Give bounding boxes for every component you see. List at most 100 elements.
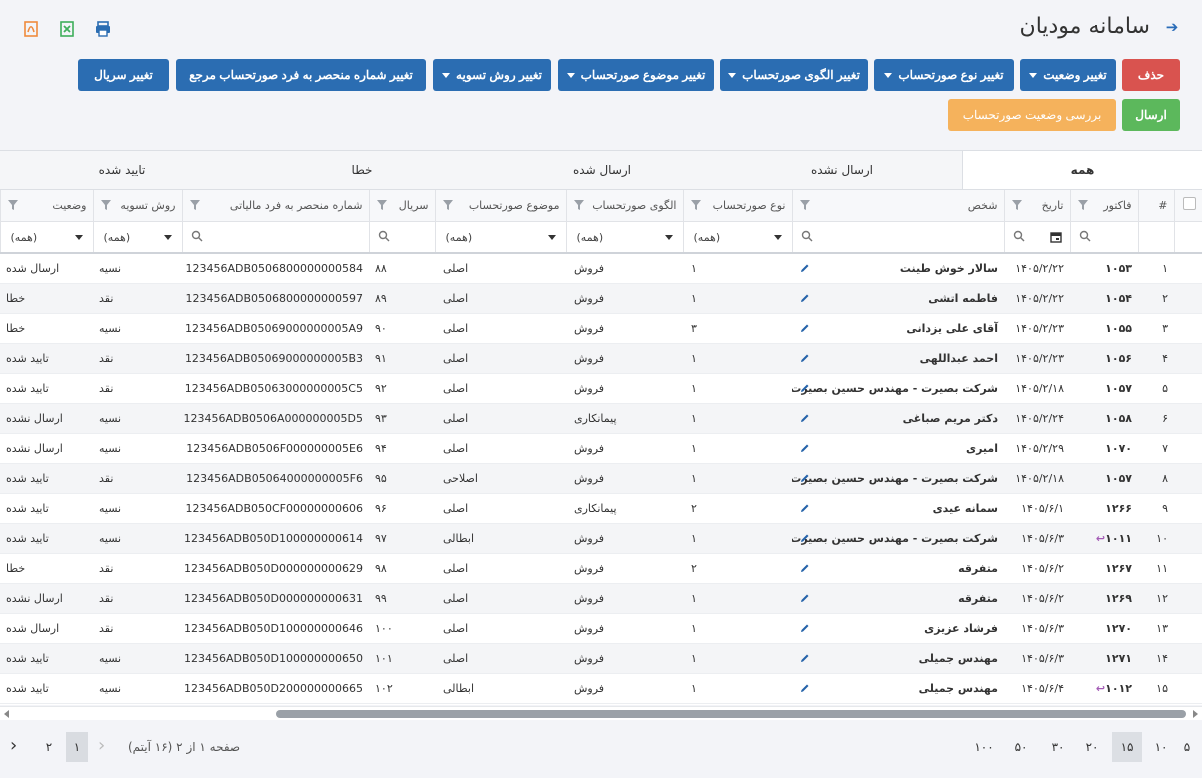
delete-button[interactable]: حذف [1122, 59, 1180, 91]
scroll-left-icon[interactable] [4, 710, 9, 718]
invoice-filter-input[interactable] [1069, 221, 1138, 254]
table-row[interactable]: ۱۳ ۱۲۷۰ ۱۴۰۵/۶/۳ فرشاد عزیزی ۱فروشاصلی۱۰۰#12… [0, 613, 1202, 644]
edit-pen-icon[interactable] [800, 593, 810, 603]
col-header-status[interactable]: وضعیت [0, 190, 93, 222]
col-header-settlement[interactable]: روش تسویه [92, 190, 182, 222]
change-status-button[interactable]: تغییر وضعیت [1020, 59, 1116, 91]
person-link[interactable]: شرکت بصیرت - مهندس حسین بصیرت [792, 463, 1004, 494]
col-header-type[interactable]: نوع صورتحساب [682, 190, 792, 222]
tab-all[interactable]: همه [962, 151, 1202, 189]
table-row[interactable]: ۱۱ ۱۲۶۷ ۱۴۰۵/۶/۲ متفرقه ۲فروشاصلی۹۸#123456AD… [0, 553, 1202, 584]
table-row[interactable]: ۴ ۱۰۵۶ ۱۴۰۵/۲/۲۳ احمد عبداللهی ۱فروشاصلی۹۱#1… [0, 343, 1202, 374]
subject-filter-select[interactable]: (همه) [434, 221, 566, 254]
page-size-option[interactable]: ۱۰ [1146, 732, 1176, 762]
settlement-filter-select[interactable]: (همه) [92, 221, 182, 254]
invoice-link[interactable]: ۱۰۵۸ [1070, 403, 1138, 434]
person-link[interactable]: احمد عبداللهی [792, 343, 1004, 374]
person-link[interactable]: متفرقه [792, 553, 1004, 584]
back-arrow-icon[interactable]: ➔ [1164, 19, 1180, 35]
invoice-link[interactable]: ۱۲۶۹ [1070, 583, 1138, 614]
invoice-link[interactable]: ۱۰۵۶ [1070, 343, 1138, 374]
page-button-current[interactable]: ۱ [66, 732, 88, 762]
filter-funnel-icon[interactable] [376, 199, 388, 211]
invoice-link[interactable]: ۱۰۵۴ [1070, 283, 1138, 314]
col-header-person[interactable]: شخص [791, 190, 1004, 222]
invoice-link[interactable]: ۱۲۶۷ [1070, 553, 1138, 584]
edit-pen-icon[interactable] [800, 503, 810, 513]
serial-filter-input[interactable] [368, 221, 435, 254]
invoice-link[interactable]: ۱۰۵۷ [1070, 463, 1138, 494]
person-link[interactable]: شرکت بصیرت - مهندس حسین بصیرت [792, 373, 1004, 404]
change-pattern-button[interactable]: تغییر الگوی صورتحساب [720, 59, 868, 91]
table-row[interactable]: ۸ ۱۰۵۷ ۱۴۰۵/۲/۱۸ شرکت بصیرت - مهندس حسین بص… [0, 463, 1202, 494]
person-link[interactable]: متفرقه [792, 583, 1004, 614]
person-link[interactable]: فرشاد عزیزی [792, 613, 1004, 644]
edit-pen-icon[interactable] [800, 473, 810, 483]
table-row[interactable]: ۳ ۱۰۵۵ ۱۴۰۵/۲/۲۳ آقای علی یزدانی ۳ فروش اصلی ۹۰… [0, 313, 1202, 344]
table-row[interactable]: ۱۴ ۱۲۷۱ ۱۴۰۵/۶/۳ مهندس جمیلی ۱فروشاصلی۱۰۱#12… [0, 643, 1202, 674]
change-subject-button[interactable]: تغییر موضوع صورتحساب [558, 59, 714, 91]
page-size-option[interactable]: ۵ [1172, 732, 1202, 762]
invoice-link[interactable]: ۱۰۵۵ [1070, 313, 1138, 344]
tab-approved[interactable]: تایید شده [2, 151, 242, 189]
person-link[interactable]: مهندس جمیلی [792, 673, 1004, 704]
change-serial-button[interactable]: تغییر سریال [78, 59, 169, 91]
edit-pen-icon[interactable] [800, 533, 810, 543]
table-row[interactable]: ۵ ۱۰۵۷ ۱۴۰۵/۲/۱۸ شرکت بصیرت - مهندس حسین بص… [0, 373, 1202, 404]
pattern-filter-select[interactable]: (همه) [565, 221, 683, 254]
filter-funnel-icon[interactable] [573, 199, 585, 211]
table-row[interactable]: ۱۰ ۱۰۱۱↩ ۱۴۰۵/۶/۳ شرکت بصیرت - مهندس حسین ب… [0, 523, 1202, 554]
filter-funnel-icon[interactable] [7, 199, 19, 211]
page-size-option[interactable]: ۳۰ [1043, 732, 1073, 762]
filter-funnel-icon[interactable] [690, 199, 702, 211]
scroll-right-icon[interactable] [1193, 710, 1198, 718]
table-row[interactable]: ۷ ۱۰۷۰ ۱۴۰۵/۲/۲۹ امیری ۱فروشاصلی۹۴#123456ADB… [0, 433, 1202, 464]
invoice-link[interactable]: ۱۰۷۰ [1070, 433, 1138, 464]
excel-icon[interactable] [58, 20, 76, 38]
next-page-icon[interactable]: ‹ [10, 736, 17, 756]
person-link[interactable]: آقای علی یزدانی [792, 313, 1004, 344]
tab-error[interactable]: خطا [242, 151, 482, 189]
change-settlement-button[interactable]: تغییر روش تسویه [433, 59, 551, 91]
page-size-option[interactable]: ۱۰۰ [969, 732, 999, 762]
invoice-link[interactable]: ۱۰۵۳ [1070, 253, 1138, 284]
tax-id-filter-input[interactable] [181, 221, 369, 254]
edit-pen-icon[interactable] [800, 353, 810, 363]
person-link[interactable]: مهندس جمیلی [792, 643, 1004, 674]
tab-sent[interactable]: ارسال شده [482, 151, 722, 189]
type-filter-select[interactable]: (همه) [682, 221, 792, 254]
filter-funnel-icon[interactable] [1077, 199, 1089, 211]
invoice-link[interactable]: ۱۲۷۰ [1070, 613, 1138, 644]
edit-pen-icon[interactable] [800, 263, 810, 273]
page-button[interactable]: ۲ [38, 732, 60, 762]
edit-pen-icon[interactable] [800, 323, 810, 333]
edit-pen-icon[interactable] [800, 443, 810, 453]
table-row[interactable]: ۱۱۰۵۳۱۴۰۵/۲/۲۲سالار خوش طینت۱فروشاصلی۸۸#… [0, 253, 1202, 284]
person-link[interactable]: فاطمه اتشی [792, 283, 1004, 314]
change-type-button[interactable]: تغییر نوع صورتحساب [874, 59, 1014, 91]
edit-pen-icon[interactable] [800, 563, 810, 573]
person-link[interactable]: شرکت بصیرت - مهندس حسین بصیرت [792, 523, 1004, 554]
person-link[interactable]: دکتر مریم صباغی [792, 403, 1004, 434]
filter-funnel-icon[interactable] [1011, 199, 1023, 211]
person-link[interactable]: سمانه عیدی [792, 493, 1004, 524]
table-row[interactable]: ۲ ۱۰۵۴ ۱۴۰۵/۲/۲۲ فاطمه اتشی ۱فروشاصلی۸۹#1234… [0, 283, 1202, 314]
invoice-link[interactable]: ۱۲۶۶ [1070, 493, 1138, 524]
col-header-invoice[interactable]: فاکتور [1069, 190, 1138, 222]
invoice-link[interactable]: ۱۰۱۲↩ [1070, 673, 1138, 704]
print-icon[interactable] [94, 20, 112, 38]
filter-funnel-icon[interactable] [100, 199, 112, 211]
col-header-pattern[interactable]: الگوی صورتحساب [565, 190, 683, 222]
page-size-option[interactable]: ۵۰ [1006, 732, 1036, 762]
send-button[interactable]: ارسال [1122, 99, 1180, 131]
col-header-subject[interactable]: موضوع صورتحساب [434, 190, 566, 222]
calendar-icon[interactable] [1049, 231, 1062, 243]
table-row[interactable]: ۱۲ ۱۲۶۹ ۱۴۰۵/۶/۲ متفرقه ۱فروشاصلی۹۹#123456AD… [0, 583, 1202, 614]
invoice-link[interactable]: ۱۲۷۱ [1070, 643, 1138, 674]
person-link[interactable]: سالار خوش طینت [792, 253, 1004, 284]
person-link[interactable]: امیری [792, 433, 1004, 464]
col-header-tax-id[interactable]: شماره منحصر به فرد مالیاتی [181, 190, 369, 222]
prev-page-icon[interactable]: ‹ [98, 736, 105, 756]
edit-pen-icon[interactable] [800, 653, 810, 663]
invoice-link[interactable]: ۱۰۵۷ [1070, 373, 1138, 404]
